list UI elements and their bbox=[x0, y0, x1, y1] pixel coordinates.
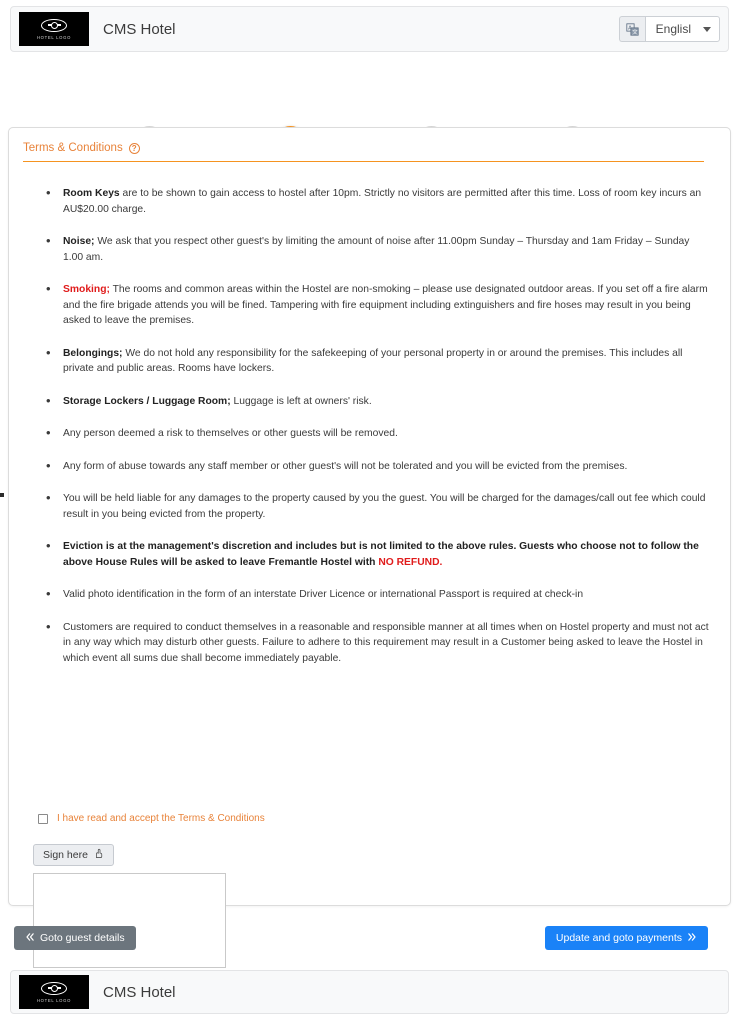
double-chevron-left-icon bbox=[25, 932, 35, 945]
chevron-down-icon bbox=[703, 26, 711, 32]
terms-list: Room Keys are to be shown to gain access… bbox=[39, 185, 711, 667]
terms-list-item: Customers are required to conduct themse… bbox=[39, 619, 711, 667]
terms-content: Room Keys are to be shown to gain access… bbox=[39, 185, 711, 683]
signature-canvas[interactable] bbox=[33, 873, 226, 968]
page-title: CMS Hotel bbox=[103, 20, 176, 38]
terms-item-lead: Smoking; bbox=[63, 284, 110, 295]
terms-list-item: Any person deemed a risk to themselves o… bbox=[39, 425, 711, 442]
terms-item-lead: Storage Lockers / Luggage Room; bbox=[63, 395, 231, 407]
header-bar: HOTEL LOGO CMS Hotel A 文 Englisl bbox=[10, 6, 729, 52]
card-header: Terms & Conditions ? bbox=[23, 142, 704, 162]
update-goto-payments-button[interactable]: Update and goto payments bbox=[544, 926, 708, 950]
terms-list-item: You will be held liable for any damages … bbox=[39, 490, 711, 522]
terms-item-lead: Noise; bbox=[63, 236, 95, 247]
terms-item-text: Any person deemed a risk to themselves o… bbox=[63, 428, 398, 439]
terms-item-text: Valid photo identification in the form o… bbox=[63, 589, 584, 600]
logo-caption: HOTEL LOGO bbox=[36, 34, 72, 40]
update-goto-payments-label: Update and goto payments bbox=[555, 932, 682, 944]
question-mark-icon[interactable]: ? bbox=[128, 142, 140, 154]
terms-item-lead: Belongings; bbox=[63, 347, 123, 359]
terms-list-item: Valid photo identification in the form o… bbox=[39, 586, 711, 603]
language-selector[interactable]: A 文 Englisl bbox=[618, 16, 720, 42]
accept-terms-label: I have read and accept the Terms & Condi… bbox=[57, 813, 265, 824]
sign-here-label: Sign here bbox=[43, 849, 88, 861]
hotel-logo-footer: HOTEL LOGO bbox=[19, 975, 89, 1009]
progress-stepper: Guest Details Terms & Conditions Payment… bbox=[0, 58, 739, 177]
accept-terms-row[interactable]: I have read and accept the Terms & Condi… bbox=[38, 813, 265, 824]
card-title: Terms & Conditions bbox=[23, 142, 123, 154]
terms-item-text: NO REFUND. bbox=[378, 556, 443, 568]
footer-title: CMS Hotel bbox=[103, 983, 176, 1001]
terms-item-text: Luggage is left at owners' risk. bbox=[230, 395, 372, 407]
sign-here-button[interactable]: Sign here bbox=[33, 844, 114, 866]
terms-item-text: Customers are required to conduct themse… bbox=[63, 621, 709, 664]
terms-item-text: We do not hold any responsibility for th… bbox=[63, 347, 683, 375]
goto-guest-details-label: Goto guest details bbox=[40, 932, 125, 944]
terms-item-text: are to be shown to gain access to hostel… bbox=[63, 188, 702, 215]
logo-caption-footer: HOTEL LOGO bbox=[36, 997, 72, 1003]
pen-hand-icon bbox=[93, 848, 104, 862]
footer-bar: HOTEL LOGO CMS Hotel bbox=[10, 970, 729, 1014]
terms-item-text: We ask that you respect other guest's by… bbox=[63, 236, 690, 263]
terms-list-item: Belongings; We do not hold any responsib… bbox=[39, 345, 711, 377]
logo-emblem-icon-footer bbox=[41, 981, 67, 995]
terms-card: Terms & Conditions ? Room Keys are to be… bbox=[8, 127, 731, 995]
terms-list-item: Storage Lockers / Luggage Room; Luggage … bbox=[39, 393, 711, 410]
translate-icon[interactable]: A 文 bbox=[618, 16, 645, 42]
terms-item-text: Any form of abuse towards any staff memb… bbox=[63, 460, 628, 472]
double-chevron-right-icon bbox=[687, 932, 697, 945]
terms-list-item: Smoking; The rooms and common areas with… bbox=[39, 281, 711, 329]
hotel-logo: HOTEL LOGO bbox=[19, 12, 89, 46]
language-value: Englisl bbox=[655, 22, 691, 36]
terms-list-item: Any form of abuse towards any staff memb… bbox=[39, 458, 711, 475]
terms-list-item: Eviction is at the management's discreti… bbox=[39, 538, 711, 570]
terms-list-item: Noise; We ask that you respect other gue… bbox=[39, 233, 711, 265]
logo-emblem-icon bbox=[41, 18, 67, 32]
accept-terms-checkbox[interactable] bbox=[38, 813, 48, 824]
language-dropdown[interactable]: Englisl bbox=[644, 16, 720, 42]
svg-text:文: 文 bbox=[632, 27, 638, 35]
terms-list-item: Room Keys are to be shown to gain access… bbox=[39, 185, 711, 217]
terms-item-text: The rooms and common areas within the Ho… bbox=[63, 284, 708, 326]
goto-guest-details-button[interactable]: Goto guest details bbox=[14, 926, 136, 950]
terms-item-text: You will be held liable for any damages … bbox=[63, 493, 706, 520]
scroll-edge-marker bbox=[0, 493, 4, 497]
terms-item-lead: Room Keys bbox=[63, 188, 120, 199]
